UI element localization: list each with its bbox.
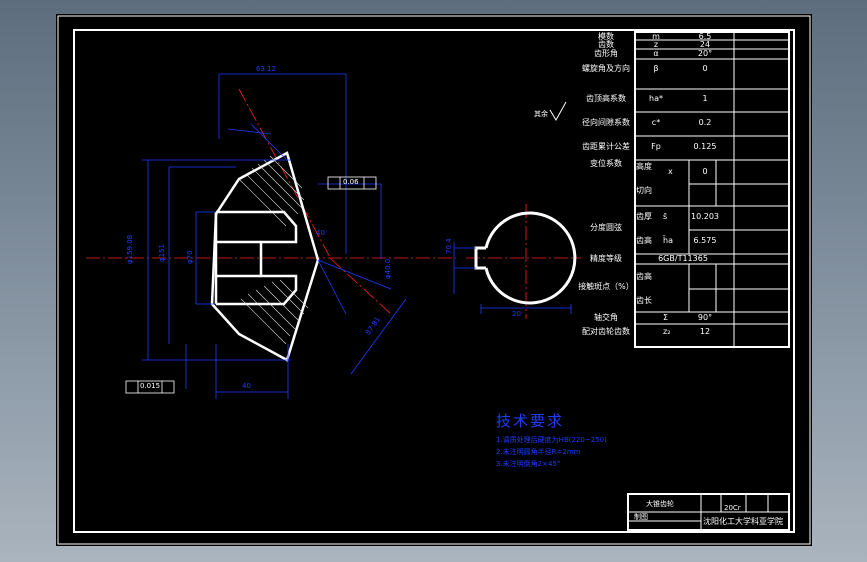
- parameter-table: [634, 31, 790, 348]
- tooth-sub2: 齿高: [636, 236, 652, 245]
- tolerance-1: 0.06: [343, 178, 359, 186]
- shaft-angle-name: 轴交角: [594, 313, 618, 322]
- dim-face: 40: [316, 229, 325, 237]
- contact-sub1: 齿高: [636, 272, 652, 281]
- tooth-sym2: h̄a: [663, 236, 673, 245]
- param-value: 0.2: [698, 118, 712, 127]
- keyway-width: 20: [512, 310, 521, 318]
- gear-section: [210, 151, 320, 362]
- param-symbol: ha*: [649, 94, 663, 103]
- dim-bottom: 40: [242, 382, 251, 390]
- mating-sym: z₂: [663, 327, 671, 336]
- note-line: 2.未注明圆角半径R=2mm: [496, 448, 581, 456]
- mating-val: 12: [699, 327, 711, 336]
- param-name: 螺旋角及方向: [582, 64, 630, 73]
- dim-top: 63.12: [256, 65, 277, 73]
- param-name: 齿形角: [594, 49, 618, 58]
- shift-sub1: 高度: [636, 162, 652, 171]
- shift-val: 0: [702, 167, 708, 176]
- accuracy-name: 精度等级: [590, 254, 622, 263]
- tooth-val1: 10.203: [691, 212, 719, 221]
- contact-sub2: 齿长: [636, 296, 652, 305]
- notes-list: 1.调质处理后硬度为HB(220~250) 2.未注明圆角半径R=2mm 3.未注明…: [496, 434, 607, 470]
- param-name: 齿顶高系数: [586, 94, 626, 103]
- param-value: 20°: [697, 49, 713, 58]
- accuracy-val: 6GB/T11365: [658, 254, 708, 263]
- param-symbol: β: [653, 64, 659, 73]
- contact-name: 接触斑点（%）: [578, 282, 634, 291]
- param-value: 0: [702, 64, 708, 73]
- note-line: 1.调质处理后硬度为HB(220~250): [496, 436, 607, 444]
- shift-name: 变位系数: [590, 159, 622, 168]
- keyway-depth: 70.4: [445, 238, 453, 254]
- designer-label: 制图: [634, 513, 648, 521]
- part-name: 大锥齿轮: [646, 500, 674, 508]
- school-name: 沈阳化工大学科亚学院: [703, 517, 783, 526]
- param-value: 0.125: [693, 142, 717, 151]
- param-name: 径向间隙系数: [582, 118, 630, 127]
- param-name: 齿距累计公差: [582, 142, 630, 151]
- shift-sym: x: [668, 167, 673, 176]
- material: 20Cr: [724, 504, 741, 512]
- notes-heading: 技术要求: [496, 412, 565, 430]
- mating-name: 配对齿轮齿数: [582, 327, 630, 336]
- roughness-label: 其余: [534, 110, 548, 118]
- param-symbol: Fp: [651, 142, 661, 151]
- dim-left-bore: φ70: [186, 250, 194, 264]
- param-value: 1: [702, 94, 708, 103]
- param-symbol: α: [653, 49, 659, 58]
- tooth-name: 分度圆弦: [590, 223, 622, 232]
- dim-right: φ40.0: [384, 258, 392, 279]
- drawing-sheet: 模数 m 6.5 齿数 z 24 齿形角 α 20° 螺旋角及方向 β 0 齿顶高系数 ha* 1 径向间隙系…: [56, 14, 812, 546]
- tooth-sub1: 齿厚: [636, 212, 652, 221]
- shaft-angle-sym: Σ: [663, 313, 669, 322]
- shift-sub2: 切向: [636, 186, 652, 195]
- dim-left-inner: φ151: [158, 244, 166, 262]
- note-line: 3.未注明倒角2×45°: [496, 460, 561, 468]
- tolerance-2: 0.015: [140, 382, 161, 390]
- tooth-val2: 6.575: [693, 236, 717, 245]
- param-symbol: c*: [651, 118, 661, 127]
- dim-left-outer: φ159.08: [126, 234, 134, 264]
- tooth-sym1: s̄: [663, 212, 668, 221]
- shaft-angle-val: 90°: [697, 313, 713, 322]
